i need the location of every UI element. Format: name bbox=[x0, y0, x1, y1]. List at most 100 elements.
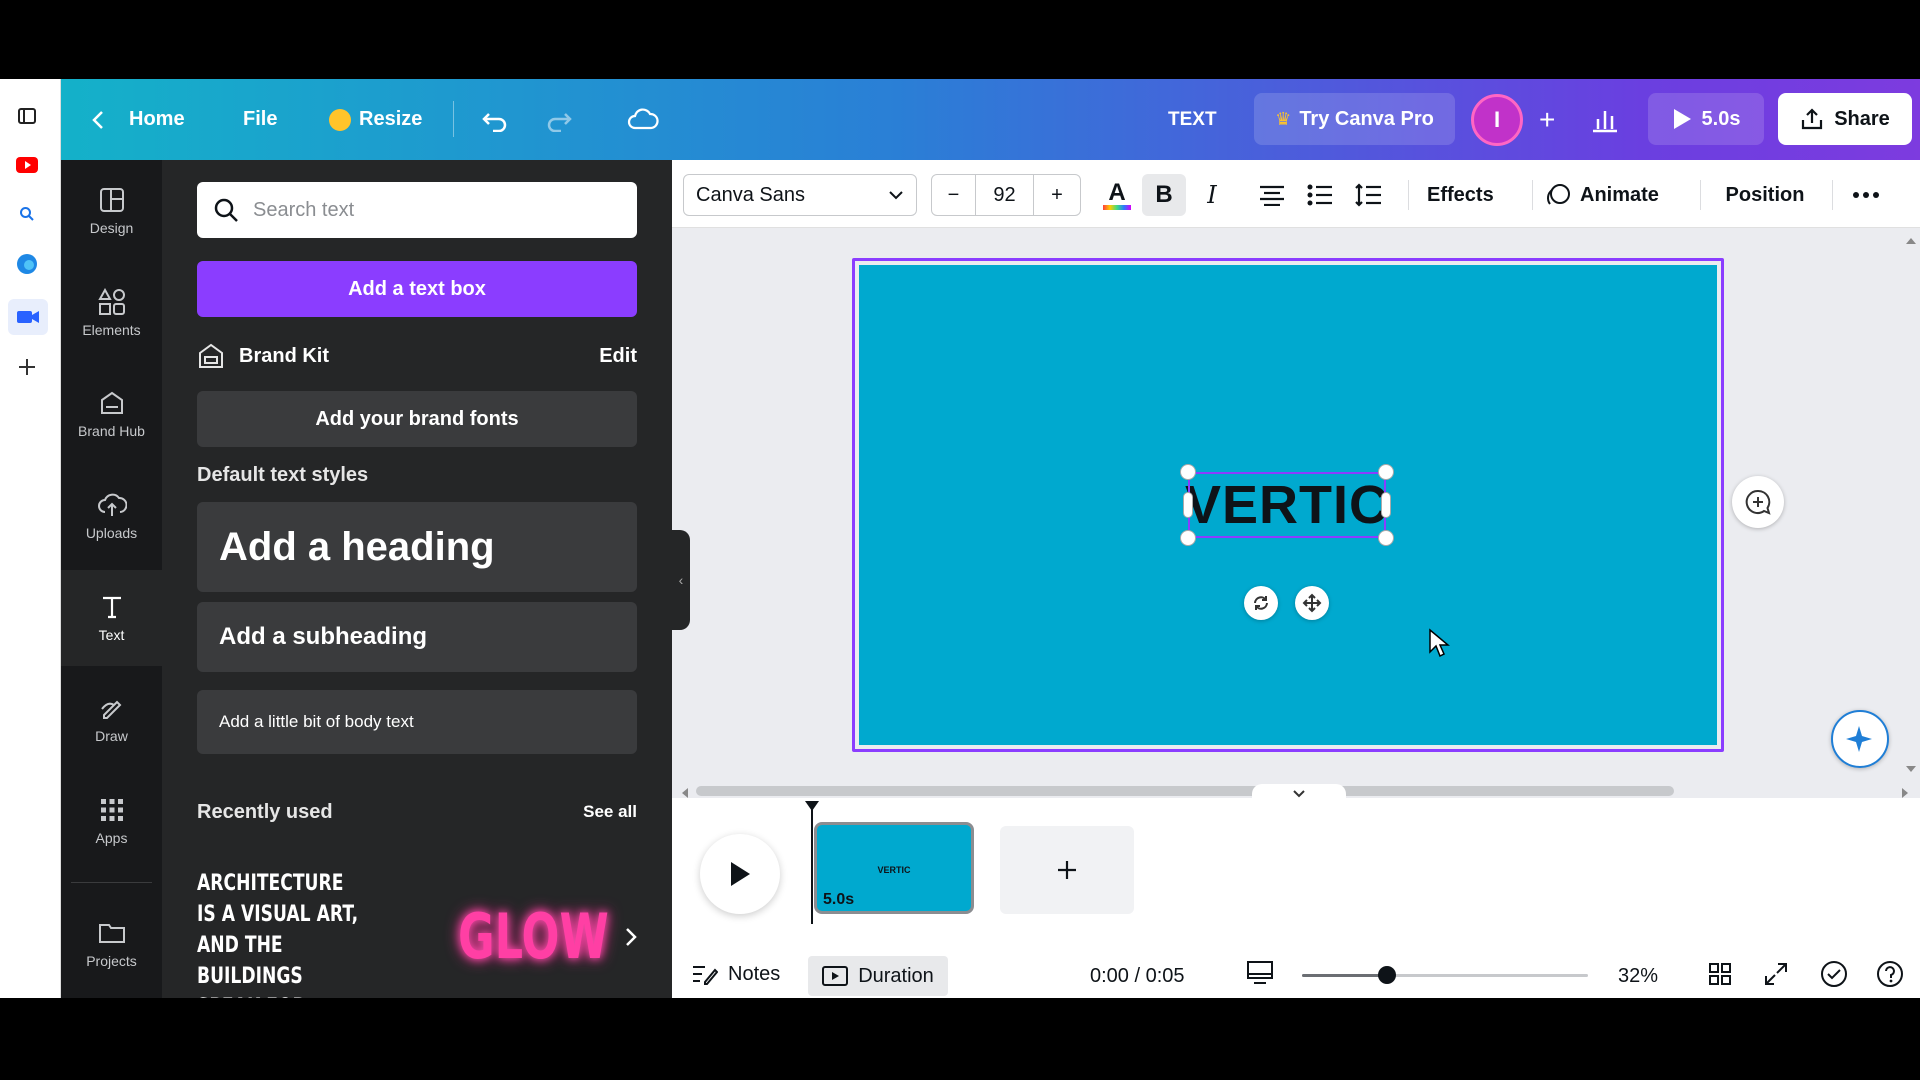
grid-view-button[interactable] bbox=[1708, 962, 1734, 988]
recent-text-glow[interactable]: GLOW bbox=[458, 900, 609, 973]
add-icon[interactable] bbox=[14, 354, 40, 380]
font-size-decrease-button[interactable]: − bbox=[932, 175, 976, 215]
insights-button[interactable] bbox=[1591, 79, 1619, 160]
rail-label: Projects bbox=[86, 953, 137, 969]
see-all-link[interactable]: See all bbox=[583, 802, 637, 822]
recent-text-architecture[interactable]: ARCHITECTURE IS A VISUAL ART, AND THE BU… bbox=[197, 868, 365, 1051]
add-subheading-button[interactable]: Add a subheading bbox=[197, 602, 637, 672]
text-color-button[interactable]: A bbox=[1096, 174, 1138, 216]
add-page-button[interactable] bbox=[1000, 826, 1134, 914]
resize-handle-left[interactable] bbox=[1183, 492, 1193, 518]
play-button[interactable]: 5.0s bbox=[1648, 93, 1764, 145]
fullscreen-button[interactable] bbox=[1764, 962, 1790, 988]
resize-button[interactable]: Resize bbox=[329, 79, 422, 160]
playhead[interactable] bbox=[811, 802, 813, 924]
timeline-page-thumbnail[interactable]: VERTIC 5.0s bbox=[814, 822, 974, 914]
rotate-button[interactable] bbox=[1244, 586, 1278, 620]
search-input[interactable] bbox=[253, 198, 613, 222]
rail-item-design[interactable]: Design bbox=[61, 163, 162, 259]
rail-item-brand-hub[interactable]: Brand Hub bbox=[61, 366, 162, 462]
try-canva-pro-button[interactable]: ♛ Try Canva Pro bbox=[1254, 93, 1455, 145]
check-button[interactable] bbox=[1820, 960, 1848, 988]
notes-button[interactable]: Notes bbox=[692, 956, 780, 992]
resize-handle-bottom-right[interactable] bbox=[1378, 530, 1394, 546]
home-button[interactable]: Home bbox=[129, 79, 185, 160]
share-button[interactable]: Share bbox=[1778, 93, 1912, 145]
redo-button[interactable] bbox=[545, 79, 573, 160]
page-view-button[interactable] bbox=[1246, 960, 1276, 990]
help-button[interactable] bbox=[1876, 960, 1904, 988]
duration-button[interactable]: Duration bbox=[808, 956, 948, 996]
move-button[interactable] bbox=[1295, 586, 1329, 620]
youtube-icon[interactable] bbox=[14, 152, 40, 178]
vertical-scrollbar[interactable] bbox=[1904, 236, 1918, 776]
brand-kit-label: Brand Kit bbox=[239, 344, 329, 367]
cloud-save-button[interactable] bbox=[627, 79, 659, 160]
zoom-slider-thumb[interactable] bbox=[1378, 966, 1396, 984]
time-readout: 0:00 / 0:05 bbox=[1090, 964, 1185, 987]
rail-item-apps[interactable]: Apps bbox=[61, 773, 162, 869]
duration-label: Duration bbox=[858, 964, 934, 987]
selection-box bbox=[1188, 472, 1386, 538]
italic-button[interactable]: I bbox=[1192, 174, 1232, 216]
collapse-panel-button[interactable]: ‹ bbox=[672, 530, 690, 630]
rail-label: Apps bbox=[95, 830, 128, 846]
position-button[interactable]: Position bbox=[1707, 174, 1823, 216]
video-app-icon[interactable] bbox=[8, 299, 48, 335]
magic-assistant-button[interactable] bbox=[1831, 710, 1889, 768]
add-text-box-button[interactable]: Add a text box bbox=[197, 261, 637, 317]
top-bar: Home File Resize TEXT ♛ Try Canva Pro I … bbox=[61, 79, 1920, 160]
back-button[interactable] bbox=[91, 79, 105, 160]
animate-button[interactable]: Animate bbox=[1546, 174, 1659, 216]
letterbox-bottom bbox=[0, 998, 1920, 1080]
check-circle-icon bbox=[1821, 961, 1847, 987]
rail-item-uploads[interactable]: Uploads bbox=[61, 468, 162, 564]
add-brand-fonts-button[interactable]: Add your brand fonts bbox=[197, 391, 637, 447]
horizontal-scrollbar-thumb[interactable] bbox=[696, 786, 1674, 796]
share-label: Share bbox=[1834, 107, 1890, 130]
rail-item-elements[interactable]: Elements bbox=[61, 265, 162, 361]
brand-kit[interactable]: Brand Kit bbox=[197, 342, 329, 370]
resize-handle-top-left[interactable] bbox=[1180, 464, 1196, 480]
avatar[interactable]: I bbox=[1471, 79, 1523, 160]
animate-label: Animate bbox=[1580, 183, 1659, 206]
add-collaborator-button[interactable]: + bbox=[1539, 79, 1555, 160]
recent-next-button[interactable] bbox=[624, 926, 652, 954]
brand-kit-icon bbox=[199, 343, 223, 368]
effects-button[interactable]: Effects bbox=[1427, 174, 1494, 216]
brand-kit-edit-link[interactable]: Edit bbox=[599, 345, 637, 368]
tabs-icon[interactable] bbox=[14, 103, 40, 129]
plus-icon: + bbox=[1539, 103, 1556, 135]
spacing-button[interactable] bbox=[1348, 174, 1388, 216]
font-size-input[interactable]: 92 bbox=[976, 175, 1034, 215]
chevron-down-icon bbox=[1293, 790, 1305, 798]
rail-item-draw[interactable]: Draw bbox=[61, 671, 162, 767]
more-options-button[interactable] bbox=[1844, 174, 1888, 216]
file-menu[interactable]: File bbox=[243, 79, 277, 160]
folder-icon bbox=[98, 924, 125, 943]
italic-icon: I bbox=[1207, 181, 1217, 209]
list-button[interactable] bbox=[1300, 174, 1340, 216]
timeline-play-button[interactable] bbox=[700, 834, 780, 914]
resize-handle-right[interactable] bbox=[1381, 492, 1391, 518]
add-heading-button[interactable]: Add a heading bbox=[197, 502, 637, 592]
undo-button[interactable] bbox=[481, 79, 509, 160]
rail-item-text[interactable]: Text bbox=[61, 570, 162, 666]
rail-divider bbox=[71, 882, 152, 883]
font-family-value: Canva Sans bbox=[696, 183, 805, 206]
font-size-increase-button[interactable]: + bbox=[1034, 175, 1080, 215]
play-icon bbox=[731, 862, 750, 886]
rail-item-projects[interactable]: Projects bbox=[61, 896, 162, 992]
align-button[interactable] bbox=[1252, 174, 1292, 216]
search-icon[interactable] bbox=[14, 201, 40, 227]
add-comment-button[interactable] bbox=[1732, 476, 1784, 528]
resize-handle-bottom-left[interactable] bbox=[1180, 530, 1196, 546]
brand-kit-row: Brand Kit Edit bbox=[197, 340, 637, 372]
add-body-text-button[interactable]: Add a little bit of body text bbox=[197, 690, 637, 754]
zoom-level[interactable]: 32% bbox=[1618, 958, 1658, 994]
resize-handle-top-right[interactable] bbox=[1378, 464, 1394, 480]
edge-copilot-icon[interactable] bbox=[14, 251, 40, 277]
bold-button[interactable]: B bbox=[1142, 174, 1186, 216]
rail-label: Uploads bbox=[85, 525, 138, 541]
font-family-select[interactable]: Canva Sans bbox=[683, 174, 917, 216]
